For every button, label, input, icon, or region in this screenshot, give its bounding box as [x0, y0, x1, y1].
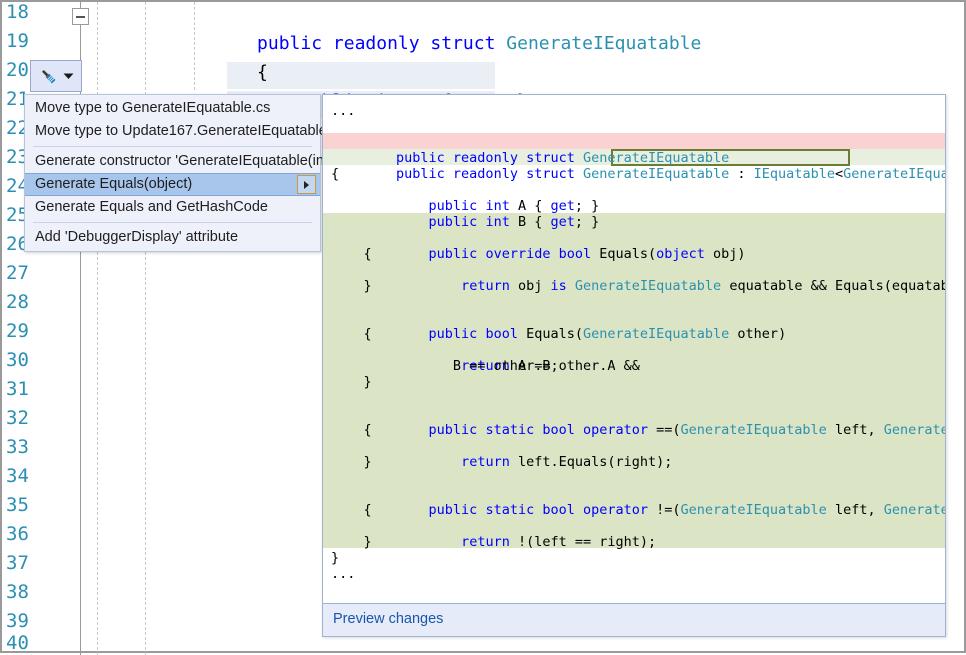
submenu-chevron-right-icon[interactable]: [297, 175, 316, 194]
preview-line-brace: {: [331, 246, 372, 262]
preview-panel-footer: Preview changes: [323, 603, 945, 636]
quick-actions-context-menu[interactable]: Move type to GenerateIEquatable.cs Move …: [24, 94, 359, 252]
preview-code-area[interactable]: ... public readonly struct GenerateIEqua…: [323, 95, 945, 602]
menu-separator: [33, 146, 312, 147]
menu-item-generate-equals-object[interactable]: Generate Equals(object): [25, 173, 320, 196]
line-number: 40: [6, 632, 29, 654]
preview-line-brace: {: [331, 422, 372, 438]
menu-item-generate-equals-gethashcode[interactable]: Generate Equals and GetHashCode: [25, 196, 320, 219]
line-number: 18: [6, 1, 29, 23]
preview-line-brace: {: [331, 502, 372, 518]
menu-item-add-debuggerdisplay[interactable]: Add 'DebuggerDisplay' attribute: [25, 226, 320, 249]
preview-line-brace-close: }: [331, 278, 372, 294]
screwdriver-icon: [39, 67, 58, 86]
line-number: 34: [6, 465, 29, 487]
preview-line-struct-close: }: [331, 550, 340, 566]
preview-changes-link[interactable]: Preview changes: [333, 611, 443, 627]
preview-line-operator-eq-body: return left.Equals(right);: [461, 454, 673, 470]
preview-line-ellipsis-bottom: ...: [331, 566, 356, 582]
preview-line-brace-open: {: [331, 166, 340, 182]
menu-separator: [33, 222, 312, 223]
code-editor-window: public readonly struct GenerateIEquatabl…: [0, 0, 966, 655]
quick-actions-preview-panel: ... public readonly struct GenerateIEqua…: [322, 94, 946, 637]
line-number: 38: [6, 581, 29, 603]
preview-line-equals-body-2: B == other.B;: [331, 358, 559, 374]
preview-line-brace-close: }: [331, 454, 372, 470]
line-number: 27: [6, 262, 29, 284]
line-number: 39: [6, 610, 29, 632]
chevron-down-icon[interactable]: [63, 72, 74, 80]
line-number: 31: [6, 378, 29, 400]
preview-line-brace-close: }: [331, 374, 372, 390]
line-number: 29: [6, 320, 29, 342]
line-number: 35: [6, 494, 29, 516]
line-number: 19: [6, 30, 29, 52]
preview-line-equals-object-body: return obj is GenerateIEquatable equatab…: [461, 278, 945, 294]
line-number: 33: [6, 436, 29, 458]
menu-item-move-type-1[interactable]: Move type to GenerateIEquatable.cs: [25, 97, 320, 120]
menu-item-move-type-2[interactable]: Move type to Update167.GenerateIEquatabl…: [25, 120, 345, 143]
collapse-outline-toggle[interactable]: [72, 8, 89, 25]
preview-line-brace: {: [331, 326, 372, 342]
line-number: 28: [6, 291, 29, 313]
line-number: 37: [6, 552, 29, 574]
line-number: 32: [6, 407, 29, 429]
quick-actions-button[interactable]: [30, 60, 82, 92]
menu-item-generate-constructor[interactable]: Generate constructor 'GenerateIEquatable…: [25, 150, 359, 173]
line-number: 36: [6, 523, 29, 545]
menu-item-label: Generate Equals(object): [35, 176, 193, 192]
line-number: 30: [6, 349, 29, 371]
preview-line-operator-ne-body: return !(left == right);: [461, 534, 657, 550]
preview-line-brace-close: }: [331, 534, 372, 550]
preview-line-ellipsis-top: ...: [331, 103, 356, 119]
